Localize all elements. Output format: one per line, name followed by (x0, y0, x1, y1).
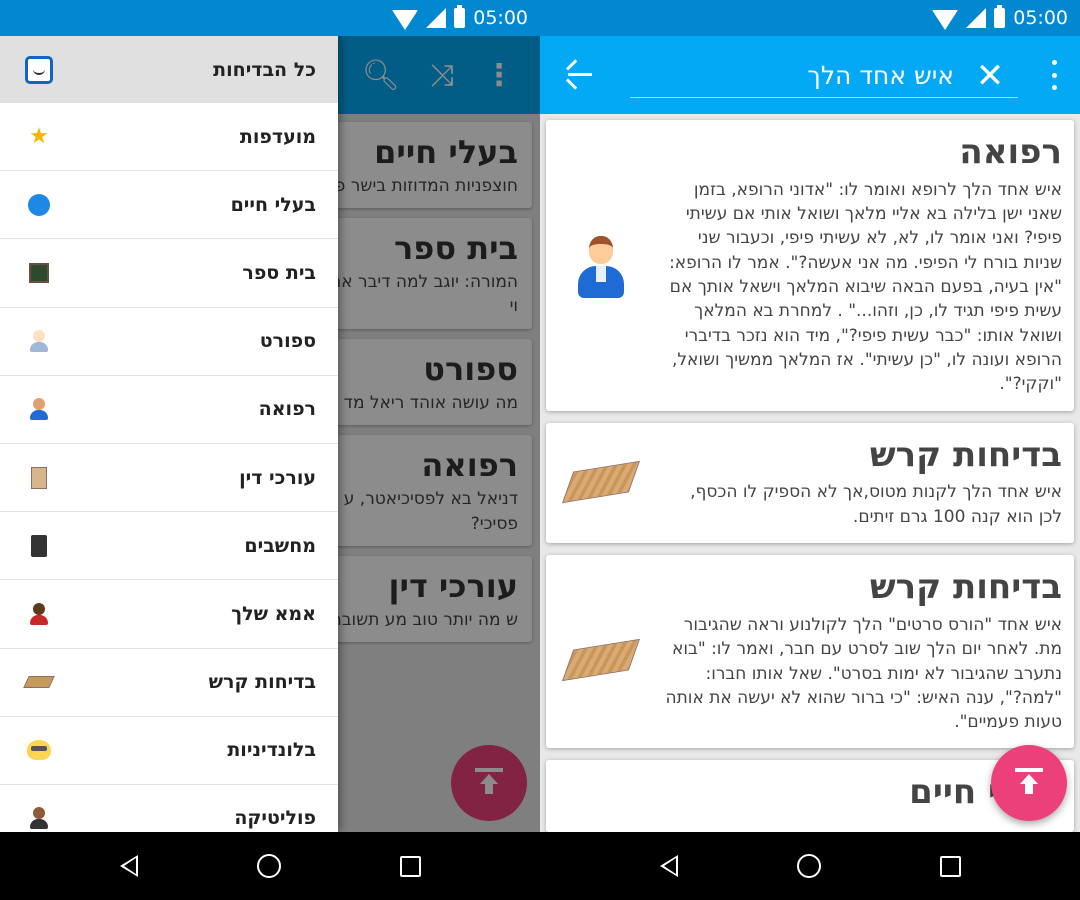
status-bar: 05:00 (0, 0, 540, 36)
joke-card[interactable]: בדיחות קרש איש אחד "הורס סרטים" הלך לקול… (546, 555, 1074, 749)
drawer-item-lawyers[interactable]: עורכי דין (0, 444, 338, 513)
nav-back-icon[interactable] (119, 855, 138, 877)
search-results-list: רפואה איש אחד הלך לרופא ואומר לו: "אדוני… (540, 114, 1080, 844)
drawer-item-your-mom[interactable]: אמא שלך (0, 580, 338, 649)
signal-icon (426, 8, 447, 28)
chalkboard-icon (24, 258, 54, 288)
status-time: 05:00 (1013, 7, 1068, 29)
system-nav-bar (540, 832, 1080, 900)
system-nav-bar (0, 832, 540, 900)
drawer-item-label: פוליטיקה (234, 807, 316, 830)
drawer-item-label: בדיחות קרש (208, 671, 316, 694)
nav-home-icon[interactable] (796, 854, 821, 878)
plank-icon (562, 447, 640, 517)
drawer-item-label: מחשבים (244, 534, 316, 557)
drawer-item-blondes[interactable]: בלונדיניות (0, 717, 338, 785)
status-bar: 05:00 (540, 0, 1080, 36)
drawer-item-label: עורכי דין (239, 466, 316, 489)
drawer-item-computers[interactable]: מחשבים (0, 512, 338, 581)
battery-icon (454, 5, 466, 28)
drawer-item-politics[interactable]: פוליטיקה (0, 785, 338, 832)
drawer-item-label: בלונדיניות (227, 739, 316, 762)
drawer-item-favorites[interactable]: ★ מועדפות (0, 103, 338, 172)
drawer-item-label: בית ספר (242, 261, 316, 284)
drawer-header-title: כל הבדיחות (213, 58, 316, 81)
star-icon: ★ (29, 124, 49, 150)
joke-card[interactable]: בדיחות קרש איש אחד הלך לקנות מטוס,אך לא … (546, 422, 1074, 544)
computer-icon (24, 531, 54, 561)
joke-title: בדיחות קרש (869, 567, 1062, 608)
nav-back-icon[interactable] (659, 855, 678, 877)
navigation-drawer: כל הבדיחות ★ מועדפות בעלי חיים בית ספר ס… (0, 36, 338, 832)
search-app-bar: איש אחד הלך ✕ (540, 36, 1080, 114)
troll-face-icon (24, 55, 54, 85)
bird-icon (24, 190, 54, 220)
right-screen: 05:00 איש אחד הלך ✕ רפואה איש אחד הלך לר… (540, 0, 1080, 900)
joke-title: רפואה (959, 132, 1062, 172)
nav-recents-icon[interactable] (399, 855, 421, 877)
arrow-up-to-top-icon (475, 768, 503, 798)
drawer-item-school[interactable]: בית ספר (0, 239, 338, 308)
drawer-item-label: ספורט (259, 330, 316, 353)
woman-icon (24, 599, 54, 629)
wifi-icon (392, 10, 419, 30)
doctor-icon (566, 232, 636, 302)
plank-icon (562, 625, 640, 695)
signal-icon (966, 8, 987, 28)
plank-icon (23, 667, 55, 697)
joke-title: בעלי חיים (909, 772, 1062, 813)
drawer-item-animals[interactable]: בעלי חיים (0, 171, 338, 240)
drawer-item-plank-jokes[interactable]: בדיחות קרש (0, 649, 338, 717)
left-screen: 🔍︎ ⤨ ⋮ בעלי חיים חוצפניות המדוזות בישר פ… (0, 0, 540, 900)
back-arrow-icon[interactable] (565, 59, 592, 90)
drawer-item-label: אמא שלך (231, 602, 316, 625)
drawer-item-label: רפואה (258, 398, 316, 421)
doctor-icon (24, 394, 54, 424)
more-vert-icon[interactable] (1050, 60, 1058, 90)
arrow-up-to-top-icon (1015, 768, 1043, 798)
clear-search-icon[interactable]: ✕ (970, 56, 1010, 96)
athlete-icon (24, 326, 54, 356)
drawer-item-sport[interactable]: ספורט (0, 308, 338, 376)
search-input[interactable]: איש אחד הלך (630, 54, 1018, 98)
drawer-item-label: מועדפות (239, 125, 316, 148)
drawer-item-medicine[interactable]: רפואה (0, 376, 338, 444)
nav-home-icon[interactable] (256, 854, 281, 878)
battery-icon (994, 5, 1006, 28)
blonde-icon (24, 735, 54, 765)
politician-icon (24, 803, 54, 832)
joke-card[interactable]: רפואה איש אחד הלך לרופא ואומר לו: "אדוני… (546, 120, 1074, 411)
scroll-top-fab[interactable] (451, 745, 527, 821)
status-time: 05:00 (473, 7, 528, 29)
scroll-top-fab[interactable] (991, 745, 1067, 821)
drawer-item-label: בעלי חיים (230, 193, 316, 216)
document-icon (24, 463, 54, 493)
wifi-icon (932, 10, 959, 30)
nav-recents-icon[interactable] (939, 855, 961, 877)
drawer-item-all-jokes[interactable]: כל הבדיחות (0, 36, 338, 103)
